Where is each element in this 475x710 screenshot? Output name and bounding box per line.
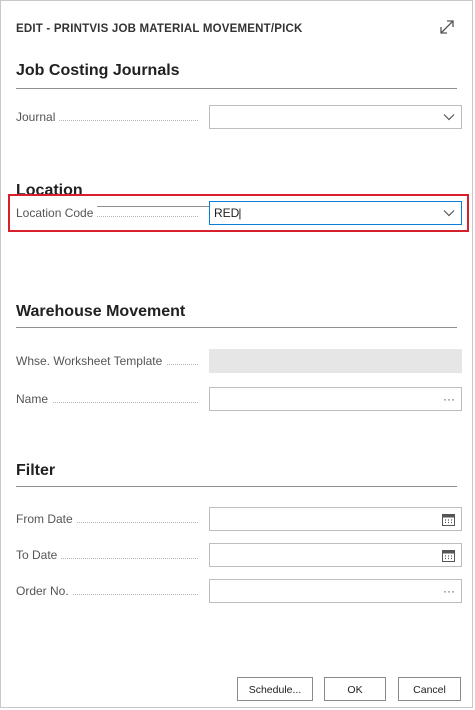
journal-label: Journal [16, 105, 204, 129]
section-title-job-costing: Job Costing Journals [16, 62, 180, 79]
journal-row: Journal [16, 105, 462, 129]
location-code-row: Location Code RED| [16, 201, 462, 225]
ok-button[interactable]: OK [324, 677, 386, 701]
chevron-down-icon [443, 114, 455, 121]
section-title-warehouse: Warehouse Movement [16, 303, 186, 320]
section-title-filter: Filter [16, 462, 56, 479]
order-no-row: Order No. ··· [16, 579, 462, 603]
to-date-row: To Date [16, 543, 462, 567]
cancel-button[interactable]: Cancel [398, 677, 461, 701]
dialog-title: EDIT - PRINTVIS JOB MATERIAL MOVEMENT/PI… [16, 23, 303, 35]
location-code-label: Location Code [16, 201, 204, 225]
name-label: Name [16, 387, 204, 411]
name-input[interactable]: ··· [209, 387, 462, 411]
from-date-input[interactable] [209, 507, 462, 531]
schedule-button[interactable]: Schedule... [237, 677, 313, 701]
edit-dialog: EDIT - PRINTVIS JOB MATERIAL MOVEMENT/PI… [0, 0, 473, 708]
worksheet-template-label: Whse. Worksheet Template [16, 349, 204, 373]
location-code-select[interactable]: RED| [209, 201, 462, 225]
from-date-row: From Date [16, 507, 462, 531]
to-date-label: To Date [16, 543, 204, 567]
lookup-icon[interactable]: ··· [443, 388, 455, 410]
to-date-input[interactable] [209, 543, 462, 567]
section-title-location: Location [16, 182, 83, 199]
calendar-icon[interactable] [442, 513, 455, 526]
lookup-icon[interactable]: ··· [443, 580, 455, 602]
calendar-icon[interactable] [442, 549, 455, 562]
order-no-label: Order No. [16, 579, 204, 603]
from-date-label: From Date [16, 507, 204, 531]
order-no-input[interactable]: ··· [209, 579, 462, 603]
journal-select[interactable] [209, 105, 462, 129]
worksheet-template-row: Whse. Worksheet Template [16, 349, 462, 373]
section-divider [16, 327, 457, 328]
section-divider [16, 486, 457, 487]
expand-icon[interactable] [437, 17, 457, 37]
chevron-down-icon [443, 210, 455, 217]
name-row: Name ··· [16, 387, 462, 411]
worksheet-template-field [209, 349, 462, 373]
section-divider [16, 88, 457, 89]
dialog-titlebar: EDIT - PRINTVIS JOB MATERIAL MOVEMENT/PI… [16, 19, 457, 39]
